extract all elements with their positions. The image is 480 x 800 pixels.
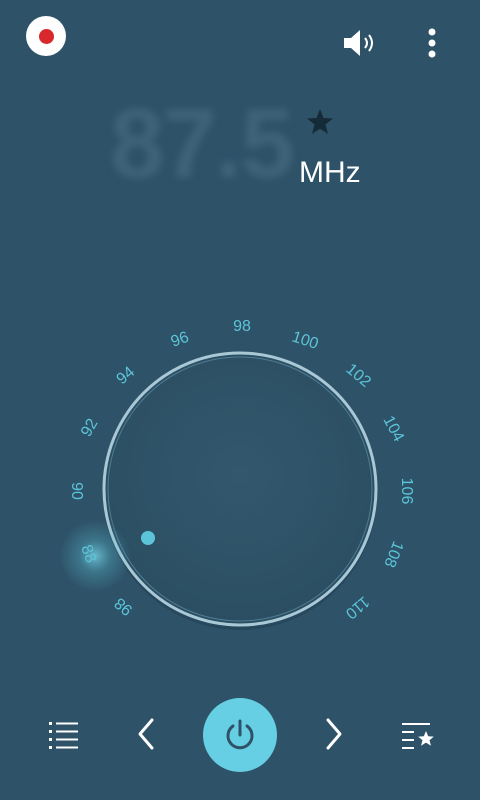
- volume-button[interactable]: [340, 26, 380, 60]
- fm-radio-screen: 87.5 MHz 88 90 92 94 96 98 100 102 104 1…: [0, 0, 480, 800]
- tick-label-94: 94: [114, 363, 139, 388]
- next-station-button[interactable]: [318, 714, 350, 754]
- favorite-button[interactable]: [304, 106, 336, 138]
- tick-label-106: 106: [398, 478, 415, 505]
- tick-label-100: 100: [290, 329, 321, 353]
- frequency-display: 87.5: [110, 88, 295, 198]
- record-icon: [38, 28, 54, 44]
- more-options-button[interactable]: [418, 26, 446, 62]
- tick-label-102: 102: [342, 361, 373, 391]
- more-vertical-icon: [428, 28, 436, 58]
- favorites-list-icon: [402, 723, 434, 749]
- favorites-list-button[interactable]: [398, 714, 438, 754]
- volume-icon: [344, 30, 373, 56]
- previous-station-button[interactable]: [130, 714, 162, 754]
- dial-knob[interactable]: [102, 351, 378, 627]
- station-list-icon: [49, 722, 78, 749]
- chevron-right-icon: [326, 718, 342, 750]
- chevron-left-icon: [138, 718, 154, 750]
- tick-label-108: 108: [380, 539, 406, 570]
- tick-label-98: 98: [233, 318, 251, 335]
- power-button[interactable]: [203, 698, 277, 772]
- tick-label-110: 110: [342, 592, 373, 621]
- dial-indicator: [141, 531, 155, 545]
- station-list-button[interactable]: [44, 714, 84, 754]
- tick-label-98-lower: 98: [111, 594, 136, 619]
- record-button[interactable]: [26, 16, 66, 56]
- frequency-unit: MHz: [299, 156, 361, 189]
- tuning-dial[interactable]: 88 90 92 94 96 98 100 102 104 106 108 11…: [0, 300, 480, 660]
- power-icon: [226, 719, 254, 750]
- tick-label-90: 90: [68, 482, 85, 500]
- tick-label-92: 92: [78, 416, 102, 440]
- star-icon: [307, 109, 333, 134]
- tick-label-104: 104: [379, 413, 407, 445]
- tick-label-96: 96: [169, 329, 192, 351]
